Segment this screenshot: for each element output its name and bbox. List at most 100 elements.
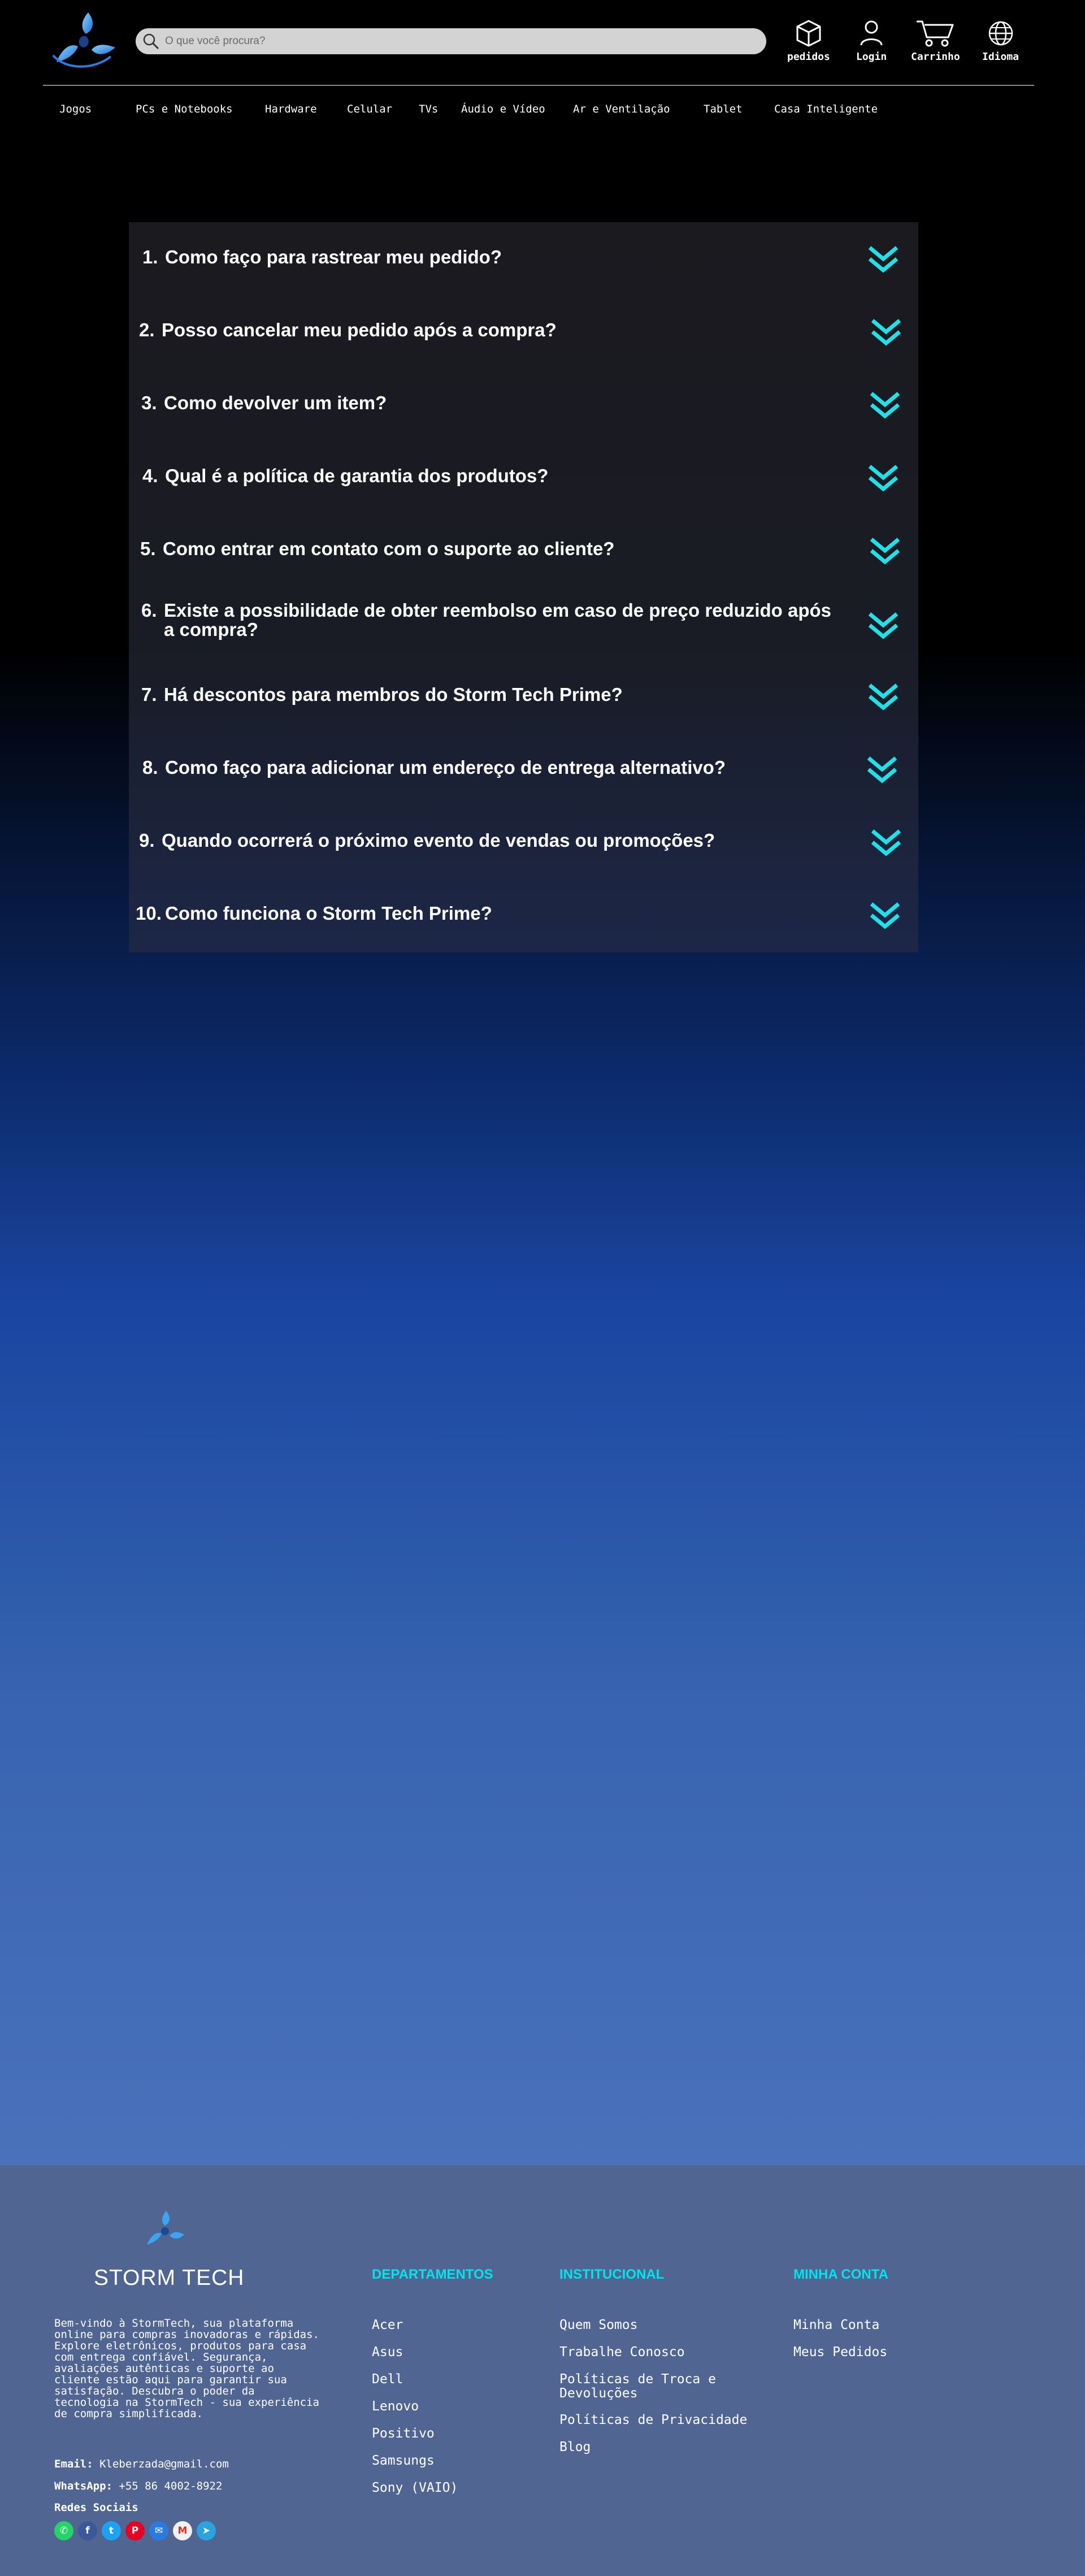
login-button[interactable]: Login [856, 19, 887, 63]
faq-item-2[interactable]: 2. Posso cancelar meu pedido após a comp… [129, 319, 918, 392]
faq-number: 4. [142, 465, 158, 486]
globe-icon [988, 21, 1013, 46]
email-value[interactable]: Kleberzada@gmail.com [99, 2458, 229, 2470]
email-label: Email: [54, 2458, 93, 2470]
footer-link-minha-conta[interactable]: Minha Conta [793, 2318, 879, 2332]
twitter-icon[interactable]: t [102, 2521, 121, 2540]
user-icon [860, 20, 883, 46]
language-button[interactable]: Idioma [982, 19, 1019, 63]
faq-question: Quando ocorrerá o próximo evento de vend… [162, 830, 715, 851]
faq-number: 9. [139, 830, 155, 851]
departamentos-heading: DEPARTAMENTOS [372, 2267, 493, 2282]
cart-button[interactable]: Carrinho [911, 19, 960, 63]
whatsapp-icon[interactable]: ✆ [54, 2521, 73, 2540]
nav-pcs-notebooks[interactable]: PCs e Notebooks [136, 103, 233, 115]
faq-number: 5. [140, 538, 156, 559]
footer-whatsapp: WhatsApp: +55 86 4002-8922 [54, 2480, 222, 2492]
footer-brand: STORM TECH [94, 2266, 245, 2290]
faq-question: Há descontos para membros do Storm Tech … [164, 684, 623, 705]
footer-about: Bem-vindo à StormTech, sua plataforma on… [54, 2317, 319, 2420]
chevron-down-icon[interactable] [869, 390, 901, 419]
footer-link-blog[interactable]: Blog [559, 2440, 591, 2454]
faq-question: Posso cancelar meu pedido após a compra? [162, 319, 557, 340]
footer-link-trocas-devolucoes[interactable]: Políticas de Troca e Devoluções [559, 2372, 774, 2401]
faq-number: 3. [141, 392, 157, 413]
nav-tablet[interactable]: Tablet [704, 103, 743, 115]
faq-question: Qual é a política de garantia dos produt… [165, 465, 549, 486]
nav-celular[interactable]: Celular [347, 103, 392, 115]
chevron-down-icon[interactable] [867, 611, 899, 640]
nav-hardware[interactable]: Hardware [265, 103, 317, 115]
faq-panel: 1. Como faço para rastrear meu pedido? 2… [129, 222, 918, 953]
site-header: pedidos Login Carrinho Idioma [0, 0, 1085, 86]
whatsapp-value[interactable]: +55 86 4002-8922 [119, 2480, 222, 2492]
faq-number: 1. [142, 246, 158, 267]
faq-item-1[interactable]: 1. Como faço para rastrear meu pedido? [129, 246, 918, 319]
facebook-icon[interactable]: f [78, 2521, 97, 2540]
faq-question: Como funciona o Storm Tech Prime? [165, 903, 492, 924]
faq-number: 10. [136, 903, 162, 924]
footer-email: Email: Kleberzada@gmail.com [54, 2458, 229, 2470]
email-icon[interactable]: ✉ [149, 2521, 168, 2540]
footer-logo-icon [147, 2211, 184, 2245]
search-input[interactable] [164, 29, 766, 53]
chevron-down-icon[interactable] [867, 244, 899, 274]
chevron-down-icon[interactable] [867, 463, 899, 492]
pinterest-icon[interactable]: P [125, 2521, 145, 2540]
nav-jogos[interactable]: Jogos [59, 103, 92, 115]
footer-link-dell[interactable]: Dell [372, 2372, 403, 2387]
storm-tech-logo[interactable] [49, 8, 119, 70]
search-bar[interactable] [136, 28, 766, 54]
chevron-down-icon[interactable] [866, 755, 898, 784]
faq-question: Como faço para adicionar um endereço de … [165, 757, 726, 778]
search-icon[interactable] [138, 28, 164, 54]
faq-question: Como entrar em contato com o suporte ao … [163, 538, 615, 559]
faq-item-6[interactable]: 6. Existe a possibilidade de obter reemb… [129, 599, 918, 672]
footer-link-lenovo[interactable]: Lenovo [372, 2400, 419, 2414]
login-label: Login [856, 51, 887, 63]
whatsapp-label: WhatsApp: [54, 2480, 112, 2492]
faq-item-9[interactable]: 9. Quando ocorrerá o próximo evento de v… [129, 829, 918, 902]
footer-link-trabalhe-conosco[interactable]: Trabalhe Conosco [559, 2345, 685, 2359]
footer-link-positivo[interactable]: Positivo [372, 2427, 435, 2441]
social-label: Redes Sociais [54, 2501, 138, 2514]
faq-question: Como faço para rastrear meu pedido? [165, 246, 502, 267]
footer-link-asus[interactable]: Asus [372, 2345, 403, 2359]
box-icon [796, 20, 821, 47]
faq-number: 6. [141, 600, 157, 621]
cart-icon [917, 20, 954, 47]
footer-link-meus-pedidos[interactable]: Meus Pedidos [793, 2345, 887, 2359]
institucional-heading: INSTITUCIONAL [559, 2267, 665, 2282]
chevron-down-icon[interactable] [870, 317, 902, 347]
orders-button[interactable]: pedidos [787, 19, 830, 63]
nav-audio-video[interactable]: Áudio e Vídeo [461, 103, 545, 115]
footer-link-sony[interactable]: Sony (VAIO) [372, 2481, 458, 2495]
telegram-icon[interactable]: ➤ [197, 2521, 216, 2540]
footer-link-quem-somos[interactable]: Quem Somos [559, 2318, 637, 2332]
nav-ar-ventilacao[interactable]: Ar e Ventilação [573, 103, 670, 115]
faq-item-3[interactable]: 3. Como devolver um item? [129, 392, 918, 465]
chevron-down-icon[interactable] [867, 682, 899, 711]
cart-label: Carrinho [911, 51, 960, 63]
footer-link-acer[interactable]: Acer [372, 2318, 403, 2332]
faq-item-10[interactable]: 10. Como funciona o Storm Tech Prime? [129, 902, 918, 953]
faq-item-8[interactable]: 8. Como faço para adicionar um endereço … [129, 756, 918, 829]
nav-casa-inteligente[interactable]: Casa Inteligente [774, 103, 878, 115]
chevron-down-icon[interactable] [869, 536, 901, 565]
faq-number: 8. [142, 757, 158, 778]
category-nav: Jogos PCs e Notebooks Hardware Celular T… [0, 99, 1085, 122]
faq-number: 7. [141, 684, 157, 705]
language-label: Idioma [982, 51, 1019, 63]
social-links: ✆ f t P ✉ M ➤ [54, 2521, 216, 2540]
faq-item-7[interactable]: 7. Há descontos para membros do Storm Te… [129, 683, 918, 756]
chevron-down-icon[interactable] [870, 828, 902, 857]
gmail-icon[interactable]: M [173, 2521, 192, 2540]
chevron-down-icon[interactable] [869, 900, 901, 930]
orders-label: pedidos [787, 51, 830, 63]
footer-link-samsungs[interactable]: Samsungs [372, 2454, 435, 2468]
minha-conta-heading: MINHA CONTA [793, 2267, 888, 2282]
faq-number: 2. [139, 319, 155, 340]
nav-tvs[interactable]: TVs [419, 103, 438, 115]
faq-item-4[interactable]: 4. Qual é a política de garantia dos pro… [129, 465, 918, 538]
footer-link-privacidade[interactable]: Políticas de Privacidade [559, 2413, 747, 2427]
